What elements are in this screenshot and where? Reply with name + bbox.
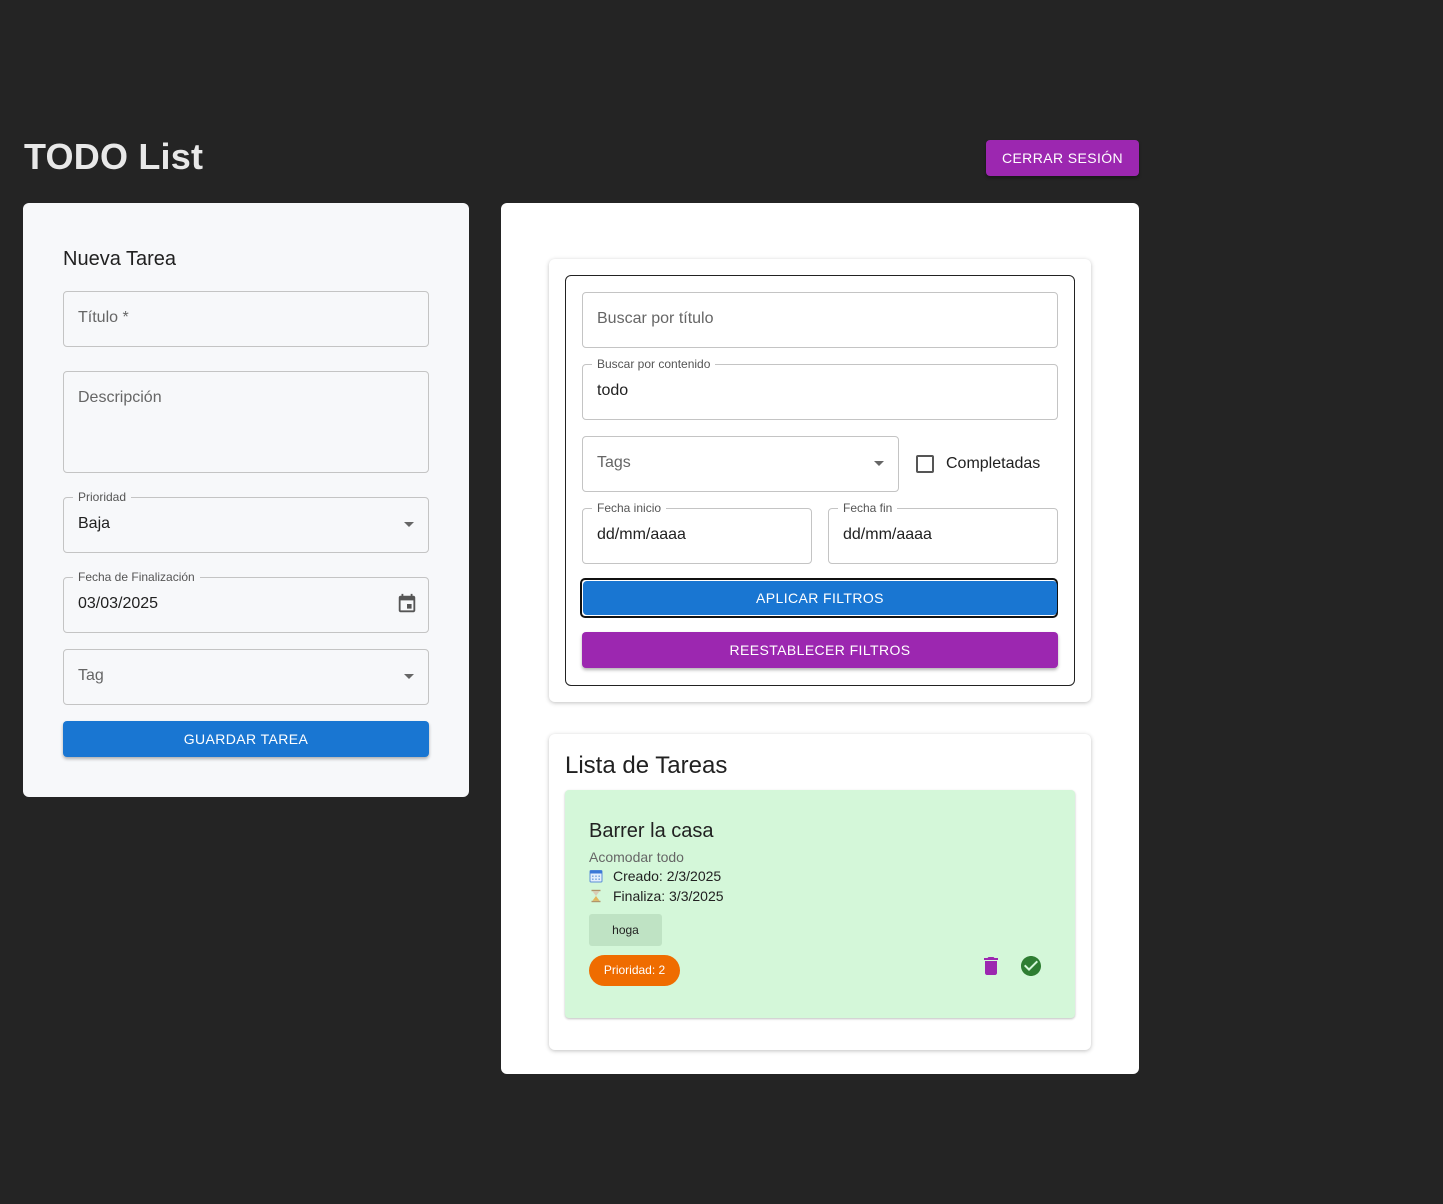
chevron-down-icon [874,461,884,466]
search-title-input[interactable]: Buscar por título [582,292,1058,348]
end-date-field[interactable]: Fecha fin dd/mm/aaaa [828,501,1058,564]
new-task-card: Nueva Tarea Título * Descripción Priorid… [23,203,469,797]
calendar-icon [589,870,603,883]
start-date-label: Fecha inicio [592,501,667,515]
priority-value: Baja [78,515,111,532]
search-content-value: todo [597,382,629,399]
apply-filters-button[interactable]: APLICAR FILTROS [583,581,1057,615]
page-title: TODO List [24,136,204,177]
check-circle-icon[interactable] [1019,954,1043,978]
new-task-title: Nueva Tarea [63,248,177,270]
task-due-text: Finaliza: 3/3/2025 [613,888,724,904]
end-date-label: Fecha fin [838,501,898,515]
priority-label: Prioridad [73,490,132,504]
task-due: Finaliza: 3/3/2025 [589,888,724,904]
priority-badge: Prioridad: 2 [589,955,680,986]
search-title-placeholder: Buscar por título [597,310,714,327]
title-field[interactable]: Título * [63,291,429,347]
task-list-title: Lista de Tareas [565,752,728,779]
task-description: Acomodar todo [589,849,684,865]
task-title: Barrer la casa [589,820,714,842]
search-content-label: Buscar por contenido [592,357,716,371]
completed-label: Completadas [946,455,1041,472]
end-date-value: dd/mm/aaaa [843,526,932,543]
task-created-text: Creado: 2/3/2025 [613,868,722,884]
logout-button[interactable]: CERRAR SESIÓN [986,140,1139,176]
tag-select[interactable]: Tag [63,649,429,705]
filters-form: Buscar por título Buscar por contenido t… [565,275,1075,686]
completed-filter[interactable]: Completadas [916,452,1040,476]
hourglass-icon [591,889,601,903]
start-date-field[interactable]: Fecha inicio dd/mm/aaaa [582,501,812,564]
chevron-down-icon [404,674,414,679]
save-task-button[interactable]: GUARDAR TAREA [63,721,429,757]
start-date-value: dd/mm/aaaa [597,526,686,543]
tags-select[interactable]: Tags [582,436,899,492]
chevron-down-icon [404,522,414,527]
title-placeholder: Título * [78,309,129,326]
due-date-value: 03/03/2025 [78,595,159,612]
search-content-input[interactable]: Buscar por contenido todo [582,357,1058,420]
task-card: Barrer la casa Acomodar todo Creado: 2/3… [565,790,1075,1018]
tags-placeholder: Tags [597,454,631,471]
right-panel: Buscar por título Buscar por contenido t… [501,203,1139,1074]
due-date-field[interactable]: Fecha de Finalización 03/03/2025 [63,570,429,633]
calendar-icon[interactable] [396,593,418,615]
due-date-label: Fecha de Finalización [73,570,200,584]
tag-placeholder: Tag [78,667,104,684]
reset-filters-button[interactable]: REESTABLECER FILTROS [582,632,1058,668]
task-created: Creado: 2/3/2025 [589,868,721,884]
app-root: TODO List CERRAR SESIÓN Nueva Tarea Títu… [0,0,1443,1204]
description-field[interactable]: Descripción [63,371,429,473]
delete-icon[interactable] [979,954,1003,978]
completed-checkbox[interactable] [916,455,934,473]
filters-card: Buscar por título Buscar por contenido t… [549,259,1091,702]
description-placeholder: Descripción [78,389,162,406]
task-list-card: Lista de Tareas Barrer la casa Acomodar … [549,734,1091,1050]
tag-chip: hoga [589,914,662,946]
priority-select[interactable]: Prioridad Baja [63,490,429,553]
